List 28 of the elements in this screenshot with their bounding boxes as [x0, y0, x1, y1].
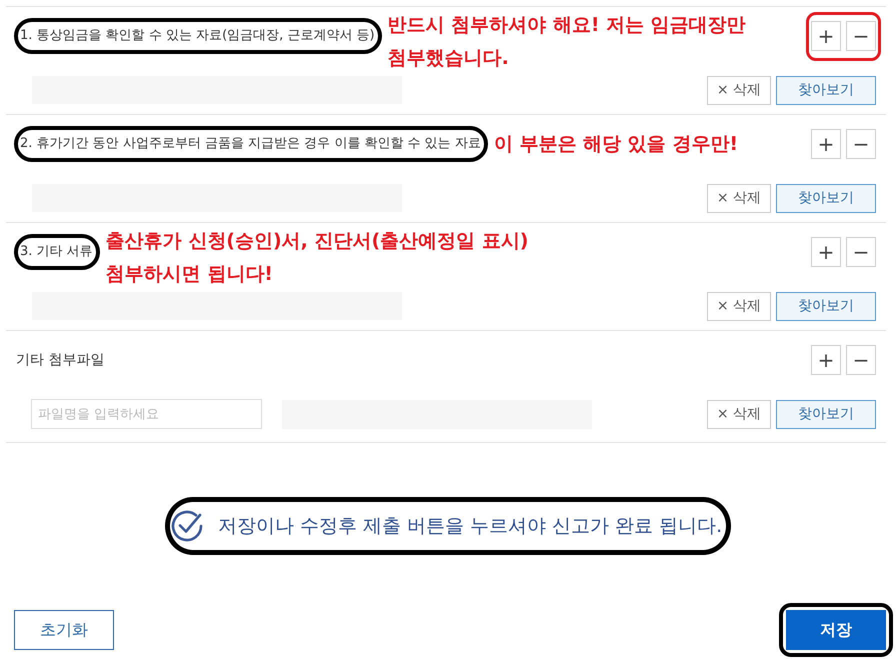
delete-button[interactable]: × 삭제 [707, 184, 771, 212]
section-title: 기타 첨부파일 [16, 351, 104, 369]
file-name-input[interactable]: 파일명을 입력하세요 [31, 399, 262, 429]
add-button[interactable]: + [811, 237, 841, 267]
add-button[interactable]: + [811, 345, 841, 375]
browse-button[interactable]: 찾아보기 [776, 184, 876, 212]
section-title: 3. 기타 서류 [20, 243, 93, 261]
annotation-note: 출산휴가 신청(승인)서, 진단서(출산예정일 표시) 첨부하시면 됩니다! [106, 229, 528, 287]
browse-button[interactable]: 찾아보기 [776, 292, 876, 320]
browse-button[interactable]: 찾아보기 [776, 400, 876, 428]
section-title: 1. 통상임금을 확인할 수 있는 자료(임금대장, 근로계약서 등) [20, 27, 375, 45]
delete-button[interactable]: × 삭제 [707, 292, 771, 320]
annotation-note: 반드시 첨부하셔야 해요! 저는 임금대장만 첨부했습니다. [388, 13, 746, 71]
remove-button[interactable]: − [846, 237, 876, 267]
notice-text: 저장이나 수정후 제출 버튼을 누르셔야 신고가 완료 됩니다. [218, 514, 722, 539]
annotation-note: 이 부분은 해당 있을 경우만! [494, 132, 738, 157]
remove-button[interactable]: − [846, 21, 876, 51]
section-title: 2. 휴가기간 동안 사업주로부터 금품을 지급받은 경우 이를 확인할 수 있는 자료 [20, 135, 481, 153]
delete-button[interactable]: × 삭제 [707, 76, 771, 104]
delete-button[interactable]: × 삭제 [707, 400, 771, 428]
save-button[interactable]: 저장 [786, 610, 886, 650]
remove-button[interactable]: − [846, 345, 876, 375]
add-button[interactable]: + [811, 21, 841, 51]
reset-button[interactable]: 초기화 [14, 610, 114, 650]
browse-button[interactable]: 찾아보기 [776, 76, 876, 104]
check-circle-icon [170, 509, 204, 543]
remove-button[interactable]: − [846, 129, 876, 159]
add-button[interactable]: + [811, 129, 841, 159]
